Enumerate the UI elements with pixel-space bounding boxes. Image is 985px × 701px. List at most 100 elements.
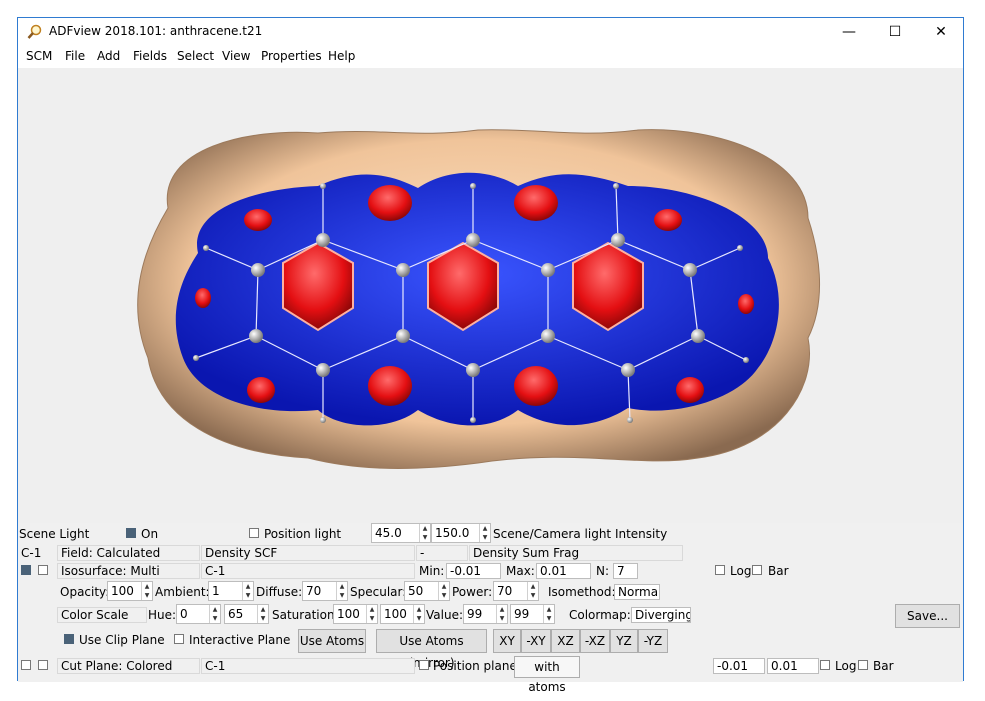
hue-label: Hue: xyxy=(148,608,177,622)
use-atoms-mirror-button[interactable]: Use Atoms (mirror) xyxy=(376,629,487,670)
value-label: Value: xyxy=(426,608,463,622)
ambient-label: Ambient: xyxy=(155,585,210,599)
axis-xz-button[interactable]: XZ xyxy=(551,629,580,653)
interactive-plane-label: Interactive Plane xyxy=(189,633,291,647)
use-clip-plane-label: Use Clip Plane xyxy=(79,633,165,647)
n-input[interactable]: 7 xyxy=(613,563,638,579)
power-spinner[interactable]: 70 ▲ ▼ xyxy=(493,581,539,601)
with-atoms-button[interactable]: with atoms xyxy=(514,656,580,694)
isosurface-select-checkbox[interactable] xyxy=(38,565,48,575)
bar-label: Bar xyxy=(768,564,789,578)
saturation-max-spinner[interactable]: 100 ▲ ▼ xyxy=(380,604,425,624)
red-ring-lobes xyxy=(282,241,644,332)
scene-light-on-checkbox[interactable] xyxy=(126,528,136,538)
value-max-spinner[interactable]: 99 ▲ ▼ xyxy=(510,604,555,624)
cut-plane-id-field[interactable]: C-1 xyxy=(201,658,415,674)
scene-intensity-spinner[interactable]: 45.0 ▲ ▼ xyxy=(371,523,431,543)
menu-select[interactable]: Select xyxy=(177,49,214,63)
isomethod-field[interactable]: Normal xyxy=(614,584,660,600)
n-label: N: xyxy=(596,564,610,578)
axis-neg-xy-button[interactable]: -XY xyxy=(521,629,551,653)
save-button[interactable]: Save... xyxy=(895,604,960,628)
spinner-arrows-icon[interactable]: ▲ ▼ xyxy=(419,524,430,542)
diffuse-spinner[interactable]: 70 ▲ ▼ xyxy=(302,581,348,601)
spinner-arrows-icon[interactable]: ▲ ▼ xyxy=(479,524,490,542)
spinner-arrows-icon[interactable]: ▲ ▼ xyxy=(527,582,538,600)
menu-properties[interactable]: Properties xyxy=(261,49,322,63)
field-density-field[interactable]: Density SCF xyxy=(201,545,415,561)
field-frag-field[interactable]: Density Sum Frag xyxy=(469,545,683,561)
field-dash-field[interactable]: - xyxy=(416,545,468,561)
app-window: ADFview 2018.101: anthracene.t21 — ☐ ✕ S… xyxy=(17,17,964,694)
cut-bar-checkbox[interactable] xyxy=(858,660,868,670)
log-checkbox[interactable] xyxy=(715,565,725,575)
position-plane-checkbox[interactable] xyxy=(419,660,429,670)
cut-plane-select-checkbox[interactable] xyxy=(38,660,48,670)
interactive-plane-checkbox[interactable] xyxy=(174,634,184,644)
axis-neg-yz-button[interactable]: -YZ xyxy=(638,629,668,653)
title-bar[interactable]: ADFview 2018.101: anthracene.t21 — ☐ ✕ xyxy=(18,18,963,46)
cut-log-label: Log xyxy=(835,659,857,673)
axis-xy-button[interactable]: XY xyxy=(493,629,521,653)
opacity-spinner[interactable]: 100 ▲ ▼ xyxy=(107,581,153,601)
field-type-field[interactable]: Field: Calculated xyxy=(57,545,200,561)
menu-add[interactable]: Add xyxy=(97,49,120,63)
use-clip-plane-checkbox[interactable] xyxy=(64,634,74,644)
colormap-label: Colormap: xyxy=(569,608,631,622)
cut-plane-visible-checkbox[interactable] xyxy=(21,660,31,670)
color-scale-field[interactable]: Color Scale xyxy=(57,607,147,623)
isosurface-render[interactable] xyxy=(18,68,963,523)
spinner-arrows-icon[interactable]: ▲ ▼ xyxy=(413,605,424,623)
menu-view[interactable]: View xyxy=(222,49,250,63)
spinner-arrows-icon[interactable]: ▲ ▼ xyxy=(336,582,347,600)
spinner-arrows-icon[interactable]: ▲ ▼ xyxy=(438,582,449,600)
cut-bar-label: Bar xyxy=(873,659,894,673)
spinner-arrows-icon[interactable]: ▲ ▼ xyxy=(242,582,253,600)
position-plane-label: Position plane xyxy=(433,659,517,673)
menu-scm[interactable]: SCM xyxy=(26,49,52,63)
menu-help[interactable]: Help xyxy=(328,49,355,63)
close-button[interactable]: ✕ xyxy=(918,18,964,46)
min-input[interactable]: -0.01 xyxy=(446,563,501,579)
use-atoms-button[interactable]: Use Atoms xyxy=(298,629,366,653)
menu-file[interactable]: File xyxy=(65,49,85,63)
minimize-button[interactable]: — xyxy=(826,18,872,46)
spinner-arrows-icon[interactable]: ▲ ▼ xyxy=(366,605,377,623)
menu-fields[interactable]: Fields xyxy=(133,49,167,63)
position-light-checkbox[interactable] xyxy=(249,528,259,538)
hue-max-spinner[interactable]: 65 ▲ ▼ xyxy=(224,604,269,624)
spinner-arrows-icon[interactable]: ▲ ▼ xyxy=(209,605,220,623)
position-light-label: Position light xyxy=(264,527,342,541)
intensity-label: Scene/Camera light Intensity xyxy=(493,527,668,541)
value-min-spinner[interactable]: 99 ▲ ▼ xyxy=(463,604,508,624)
ambient-spinner[interactable]: 1 ▲ ▼ xyxy=(208,581,254,601)
spinner-arrows-icon[interactable]: ▲ ▼ xyxy=(543,605,554,623)
isosurface-id-field[interactable]: C-1 xyxy=(201,563,415,579)
maximize-button[interactable]: ☐ xyxy=(872,18,918,46)
molecule-viewport[interactable] xyxy=(18,68,963,523)
isosurface-type-field[interactable]: Isosurface: Multi xyxy=(57,563,200,579)
specular-spinner[interactable]: 50 ▲ ▼ xyxy=(404,581,450,601)
camera-intensity-spinner[interactable]: 150.0 ▲ ▼ xyxy=(431,523,491,543)
diffuse-label: Diffuse: xyxy=(256,585,303,599)
bar-checkbox[interactable] xyxy=(752,565,762,575)
cut-max-input[interactable]: 0.01 xyxy=(767,658,819,674)
max-input[interactable]: 0.01 xyxy=(536,563,591,579)
hue-min-spinner[interactable]: 0 ▲ ▼ xyxy=(176,604,221,624)
cut-min-input[interactable]: -0.01 xyxy=(713,658,765,674)
saturation-label: Saturation: xyxy=(272,608,339,622)
saturation-min-spinner[interactable]: 100 ▲ ▼ xyxy=(333,604,378,624)
axis-neg-xz-button[interactable]: -XZ xyxy=(580,629,610,653)
spinner-arrows-icon[interactable]: ▲ ▼ xyxy=(257,605,268,623)
axis-yz-button[interactable]: YZ xyxy=(610,629,638,653)
isosurface-visible-checkbox[interactable] xyxy=(21,565,31,575)
spinner-arrows-icon[interactable]: ▲ ▼ xyxy=(141,582,152,600)
colormap-field[interactable]: Diverging xyxy=(631,607,691,623)
specular-label: Specular: xyxy=(350,585,407,599)
scene-light-on-label: On xyxy=(141,527,159,541)
max-label: Max: xyxy=(506,564,535,578)
cut-plane-type-field[interactable]: Cut Plane: Colored xyxy=(57,658,200,674)
cut-log-checkbox[interactable] xyxy=(820,660,830,670)
magnifier-icon xyxy=(27,24,42,39)
spinner-arrows-icon[interactable]: ▲ ▼ xyxy=(496,605,507,623)
